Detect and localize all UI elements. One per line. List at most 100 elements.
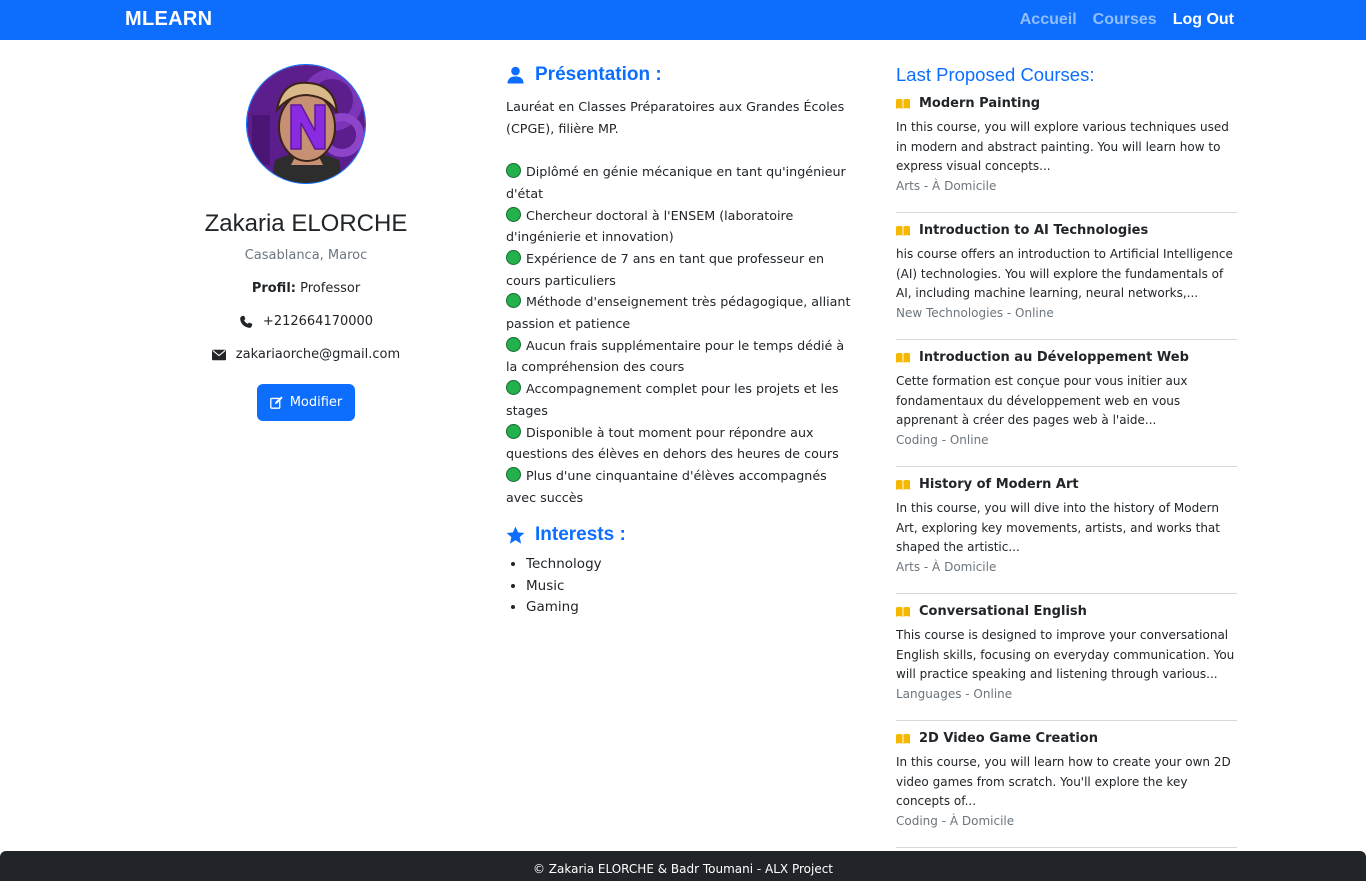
course-title[interactable]: Modern Painting [919,96,1040,111]
edit-profile-button[interactable]: Modifier [256,384,356,421]
course-meta: New Technologies - Online [896,305,1054,320]
presentation-item-text: Expérience de 7 ans en tant que professe… [506,250,825,288]
footer: © Zakaria ELORCHE & Badr Toumani - ALX P… [0,851,1366,881]
profile-card: Zakaria ELORCHE Casablanca, Maroc Profil… [146,64,466,421]
profile-email: zakariaorche@gmail.com [146,347,466,362]
green-circle-icon [506,380,521,396]
presentation-item-text: Plus d'une cinquantaine d'élèves accompa… [506,467,827,505]
presentation-item: Diplômé en génie mécanique en tant qu'in… [506,161,851,204]
course-card[interactable]: 2D Video Game Creation In this course, y… [896,731,1237,848]
course-title[interactable]: Introduction au Développement Web [919,350,1189,365]
green-circle-icon [506,466,521,482]
course-card[interactable]: Introduction au Développement Web Cette … [896,350,1237,467]
green-circle-icon [506,249,521,265]
course-description: This course is designed to improve your … [896,628,1235,682]
course-card[interactable]: Conversational English This course is de… [896,604,1237,721]
profile-role-label: Profil: [251,281,296,296]
presentation-item: Accompagnement complet pour les projets … [506,378,851,421]
course-description: In this course, you will dive into the h… [896,501,1220,555]
brand-logo[interactable]: MLEARN [125,8,212,31]
nav-logout-link[interactable]: Log Out [1173,11,1234,29]
course-header: Modern Painting [896,96,1237,111]
courses-heading: Last Proposed Courses: [896,64,1095,85]
presentation-item-text: Chercheur doctoral à l'ENSEM (laboratoir… [506,207,794,245]
interests-title: Interests : [535,524,626,546]
course-header: Introduction to AI Technologies [896,223,1237,238]
book-icon [896,479,910,490]
course-description: his course offers an introduction to Art… [896,247,1233,301]
profile-city: Casablanca, Maroc [244,248,368,263]
course-header: Introduction au Développement Web [896,350,1237,365]
email-address[interactable]: zakariaorche@gmail.com [236,347,400,362]
avatar [246,64,366,184]
presentation-item: Expérience de 7 ans en tant que professe… [506,248,851,291]
presentation-list: Diplômé en génie mécanique en tant qu'in… [506,161,851,508]
envelope-icon [211,349,226,360]
courses-section: Last Proposed Courses: Modern Painting I… [896,64,1237,848]
presentation-item: Méthode d'enseignement très pédagogique,… [506,291,851,334]
course-title[interactable]: Introduction to AI Technologies [919,223,1148,238]
interest-item: Music [526,576,851,598]
course-meta: Languages - Online [896,686,1013,701]
green-circle-icon [506,423,521,439]
course-header: 2D Video Game Creation [896,731,1237,746]
presentation-item: Aucun frais supplémentaire pour le temps… [506,335,851,378]
profile-name: Zakaria ELORCHE [204,210,408,237]
course-title[interactable]: Conversational English [919,604,1087,619]
nav-links: Accueil Courses Log Out [1020,11,1234,29]
presentation-title: Présentation : [535,64,662,85]
course-description: Cette formation est conçue pour vous ini… [896,374,1188,428]
profile-role-value: Professor [300,281,361,296]
star-icon [506,526,525,544]
presentation-item: Plus d'une cinquantaine d'élèves accompa… [506,465,851,508]
interest-item: Technology [526,554,851,576]
presentation-item-text: Aucun frais supplémentaire pour le temps… [506,337,845,375]
presentation-item: Disponible à tout moment pour répondre a… [506,422,851,465]
phone-icon [240,315,253,328]
user-icon [507,66,524,84]
presentation-item-text: Méthode d'enseignement très pédagogique,… [506,294,851,332]
phone-number: +212664170000 [262,314,374,329]
interests-list: Technology Music Gaming [506,554,851,619]
green-circle-icon [506,206,521,222]
course-meta: Coding - Online [896,432,989,447]
course-header: History of Modern Art [896,477,1237,492]
presentation-item-text: Accompagnement complet pour les projets … [506,381,839,418]
presentation-intro: Lauréat en Classes Préparatoires aux Gra… [506,99,845,136]
book-icon [896,352,910,363]
course-card[interactable]: History of Modern Art In this course, yo… [896,477,1237,594]
course-title[interactable]: 2D Video Game Creation [919,731,1098,746]
edit-icon [269,396,283,409]
course-card[interactable]: Modern Painting In this course, you will… [896,96,1237,213]
book-icon [896,733,910,744]
presentation-section: Présentation : Lauréat en Classes Prépar… [506,64,851,619]
edit-button-label: Modifier [289,395,343,410]
presentation-item-text: Disponible à tout moment pour répondre a… [506,424,839,462]
nav-courses-link[interactable]: Courses [1093,11,1157,29]
book-icon [896,98,910,109]
course-meta: Coding - À Domicile [896,813,1015,828]
presentation-heading: Présentation : [506,64,851,86]
profile-phone: +212664170000 [146,314,466,329]
navbar: MLEARN Accueil Courses Log Out [0,0,1366,40]
green-circle-icon [506,293,521,309]
course-header: Conversational English [896,604,1237,619]
presentation-item-text: Diplômé en génie mécanique en tant qu'in… [506,164,846,201]
course-meta: Arts - À Domicile [896,559,997,574]
interest-item: Gaming [526,597,851,619]
course-card[interactable]: Introduction to AI Technologies his cour… [896,223,1237,340]
book-icon [896,225,910,236]
course-meta: Arts - À Domicile [896,178,997,193]
green-circle-icon [506,336,521,352]
avatar-image [247,65,365,183]
interests-heading: Interests : [506,524,851,546]
footer-text: © Zakaria ELORCHE & Badr Toumani - ALX P… [532,862,834,876]
profile-role: Profil: Professor [146,281,466,296]
course-description: In this course, you will learn how to cr… [896,755,1231,809]
green-circle-icon [506,163,521,179]
nav-accueil-link[interactable]: Accueil [1020,11,1077,29]
course-title[interactable]: History of Modern Art [919,477,1079,492]
course-description: In this course, you will explore various… [896,120,1229,174]
presentation-item: Chercheur doctoral à l'ENSEM (laboratoir… [506,205,851,248]
book-icon [896,606,910,617]
